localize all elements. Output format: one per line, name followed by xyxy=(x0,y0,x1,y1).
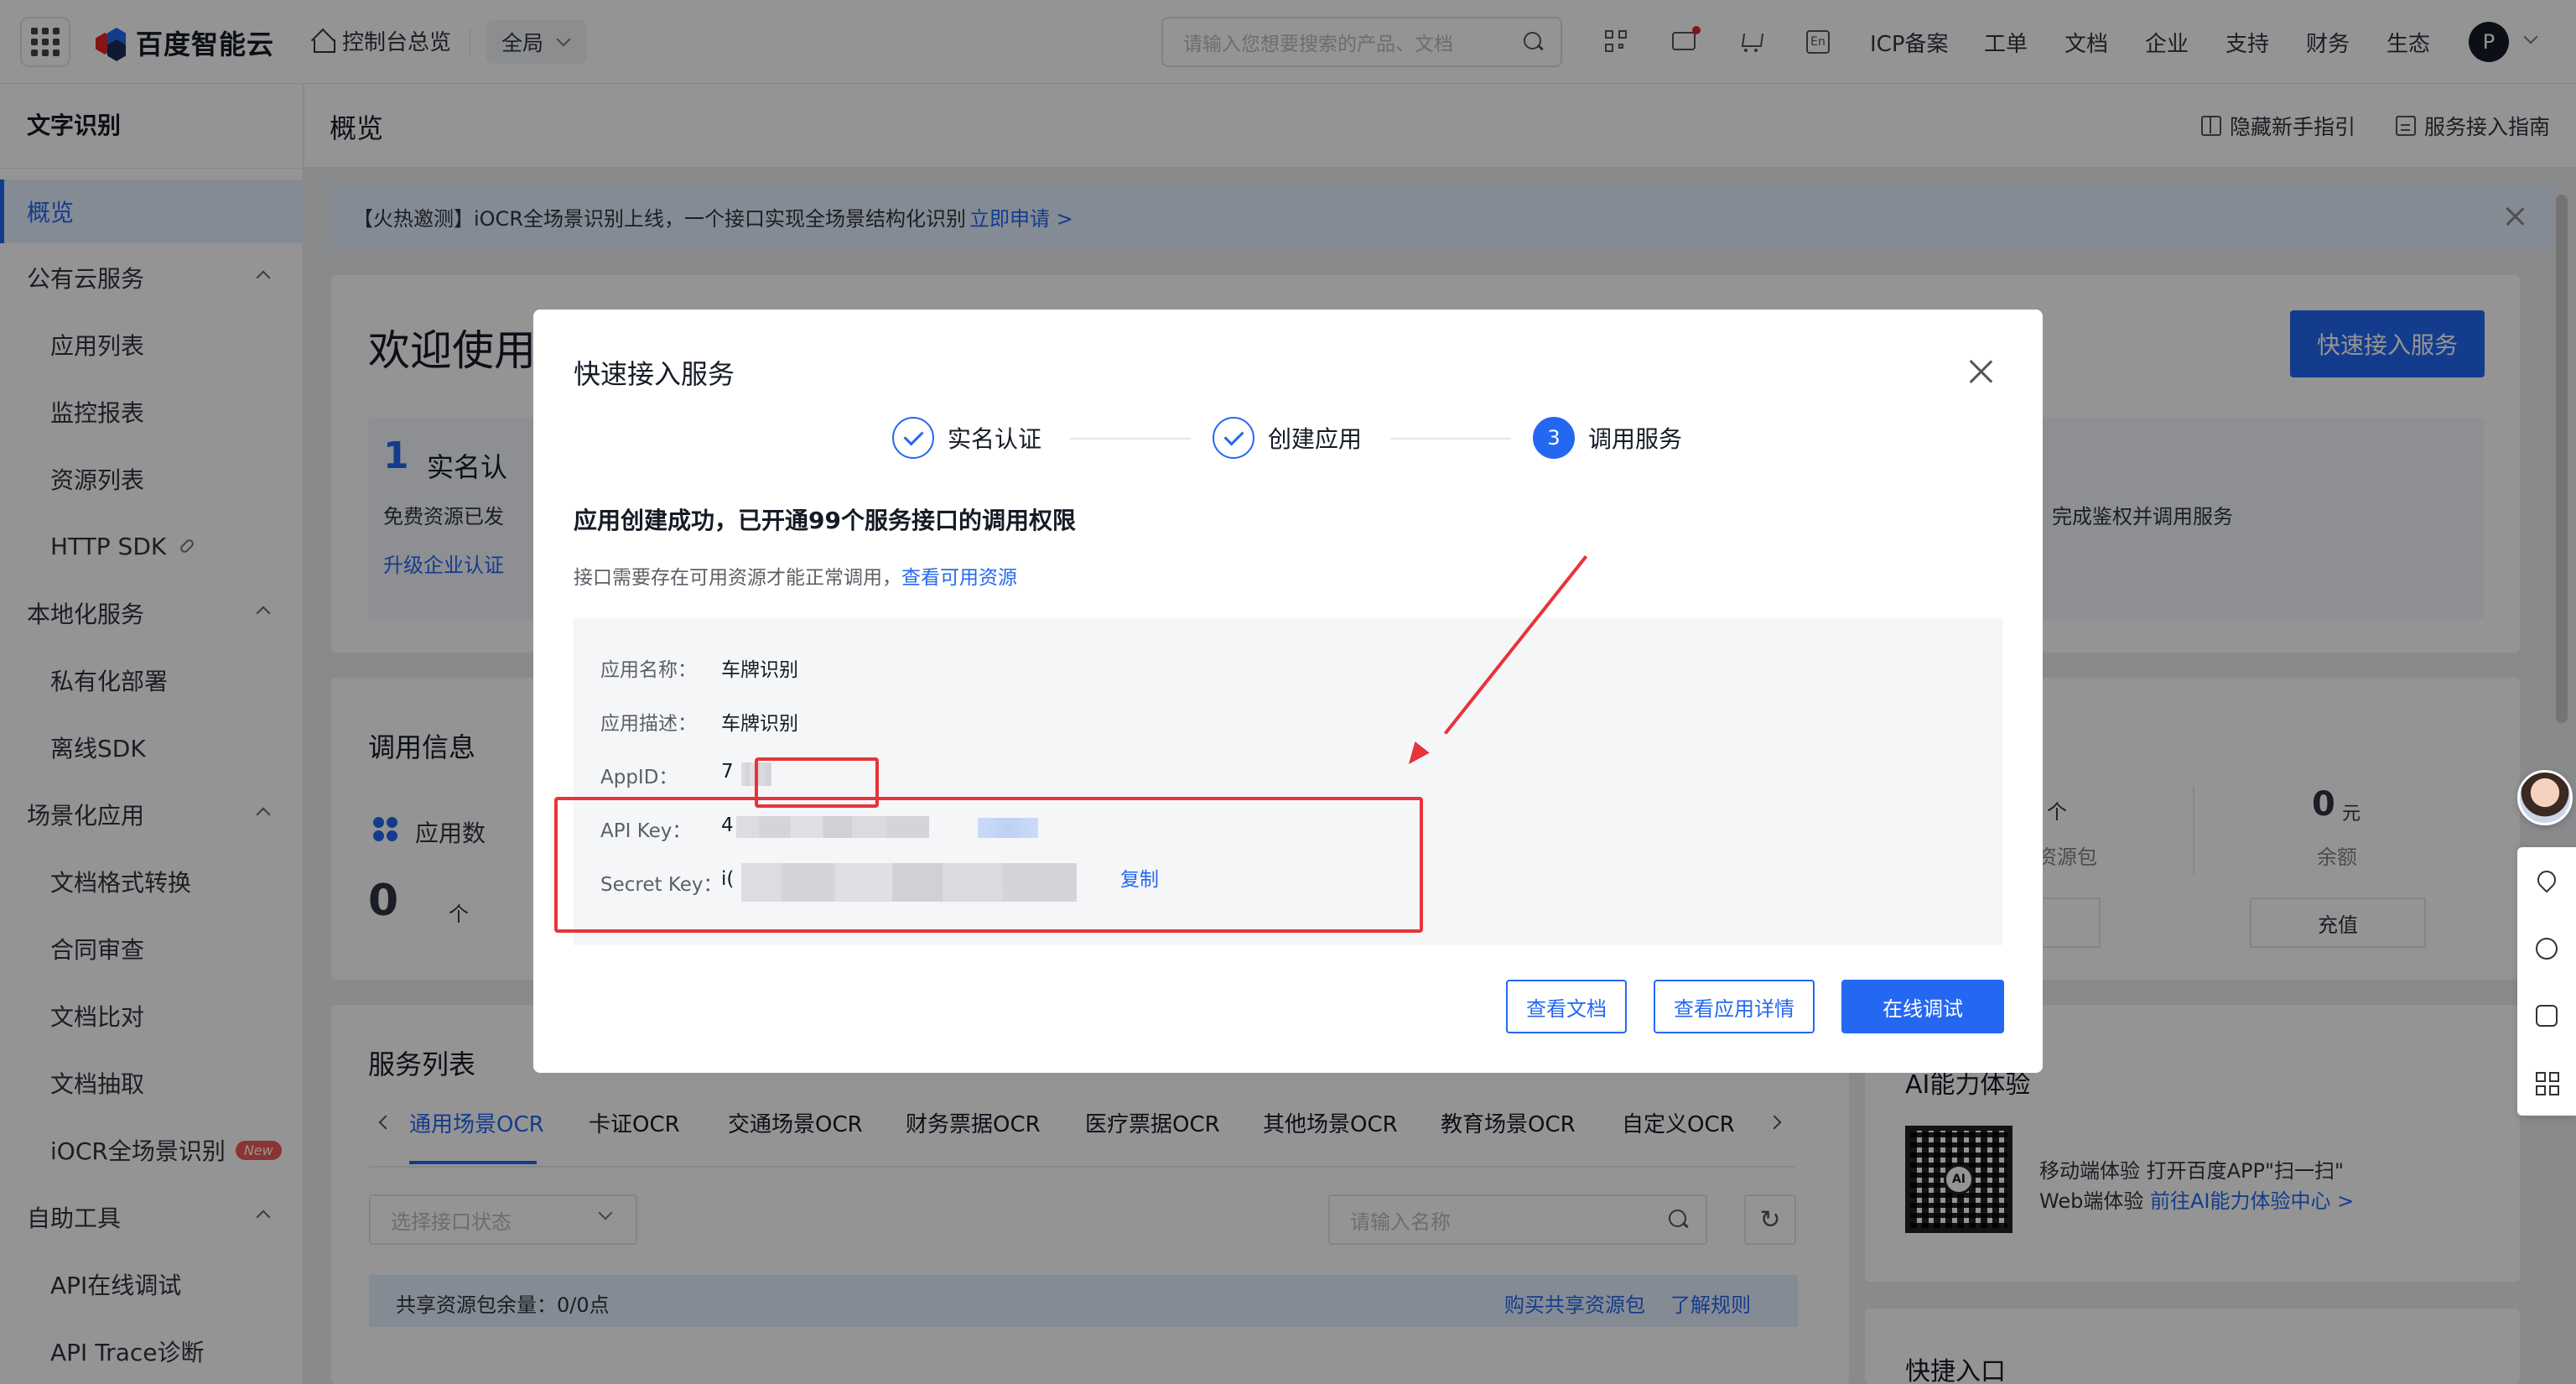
appid-label: AppID： xyxy=(600,767,678,788)
check-icon xyxy=(892,417,934,459)
step-label: 调用服务 xyxy=(1588,425,1683,453)
close-icon[interactable] xyxy=(1969,360,1992,383)
customer-service-avatar[interactable] xyxy=(2517,770,2573,825)
appid-value[interactable]: 7 xyxy=(721,761,734,783)
app-desc-value: 车牌识别 xyxy=(721,713,798,735)
step-create-app: 创建应用 xyxy=(1213,417,1362,459)
annotation-box-keys xyxy=(554,797,1423,933)
phone-icon[interactable] xyxy=(2536,1005,2558,1027)
resource-hint: 接口需要存在可用资源才能正常调用，查看可用资源 xyxy=(574,561,1017,590)
step-number: 3 xyxy=(1533,417,1575,459)
quick-access-modal: 快速接入服务 实名认证 创建应用 3 调用服务 应用创建成功，已开通99个服务接… xyxy=(533,310,2043,1073)
step-call-service: 3 调用服务 xyxy=(1533,417,1682,459)
step-realname: 实名认证 xyxy=(892,417,1041,459)
modal-title: 快速接入服务 xyxy=(574,358,735,390)
app-desc-label: 应用描述： xyxy=(600,713,697,735)
app-name-label: 应用名称： xyxy=(600,659,697,681)
step-connector xyxy=(1070,438,1191,440)
success-message: 应用创建成功，已开通99个服务接口的调用权限 xyxy=(574,507,1076,534)
online-debug-button[interactable]: 在线调试 xyxy=(1841,980,2004,1033)
app-name-value: 车牌识别 xyxy=(721,659,798,681)
view-docs-button[interactable]: 查看文档 xyxy=(1506,980,1627,1033)
step-label: 实名认证 xyxy=(948,425,1042,453)
step-connector xyxy=(1390,438,1511,440)
help-icon[interactable] xyxy=(2536,938,2558,960)
view-resources-link[interactable]: 查看可用资源 xyxy=(901,567,1017,589)
step-label: 创建应用 xyxy=(1268,425,1363,453)
grid-icon[interactable] xyxy=(2536,1072,2559,1095)
check-icon xyxy=(1213,417,1254,459)
hint-text: 接口需要存在可用资源才能正常调用， xyxy=(574,567,901,589)
heart-icon[interactable] xyxy=(2533,866,2560,893)
floating-toolbar xyxy=(2517,847,2576,1116)
view-app-detail-button[interactable]: 查看应用详情 xyxy=(1654,980,1815,1033)
